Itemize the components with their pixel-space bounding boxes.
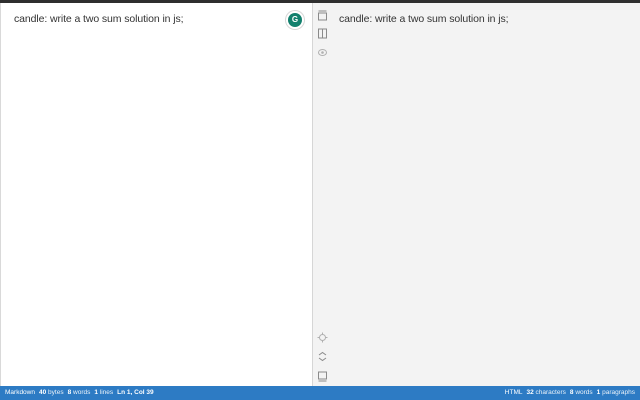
status-preview-mode: HTML [504,389,523,396]
toggle-top-icon[interactable] [315,8,329,22]
eye-icon[interactable] [315,45,329,59]
status-paragraphs-label: paragraphs [602,389,635,396]
status-paragraphs-count: 1 [596,389,601,396]
editor-text[interactable]: candle: write a two sum solution in js; [14,13,184,25]
status-mode: Markdown [5,389,35,396]
grammarly-icon[interactable]: G [288,13,302,27]
status-preview-words-label: words [575,389,593,396]
toggle-bottom-icon[interactable] [315,369,329,383]
status-left: Markdown 40 bytes 8 words 1 lines Ln 1, … [0,386,154,400]
status-right: HTML 32 characters 8 words 1 paragraphs [505,386,640,400]
status-preview-words-count: 8 [569,389,574,396]
status-characters-count: 32 [526,389,534,396]
markdown-editor[interactable]: candle: write a two sum solution in js; … [0,3,313,386]
preview-text: candle: write a two sum solution in js; [339,13,509,25]
status-characters-label: characters [535,389,566,396]
status-bar: Markdown 40 bytes 8 words 1 lines Ln 1, … [0,386,640,400]
status-bytes-label: bytes [48,389,64,396]
sync-scroll-icon[interactable] [315,330,329,344]
status-lines-count: 1 [94,389,98,396]
status-words-label: words [73,389,91,396]
html-preview: candle: write a two sum solution in js; [313,3,640,386]
grammarly-icon-letter: G [291,15,299,24]
status-lines-label: lines [99,389,114,396]
status-bytes-count: 40 [38,389,47,396]
status-cursor-position: Ln 1, Col 39 [117,389,154,396]
fullscreen-icon[interactable] [315,349,329,363]
status-words-count: 8 [67,389,72,396]
split-view-icon[interactable] [315,26,329,40]
